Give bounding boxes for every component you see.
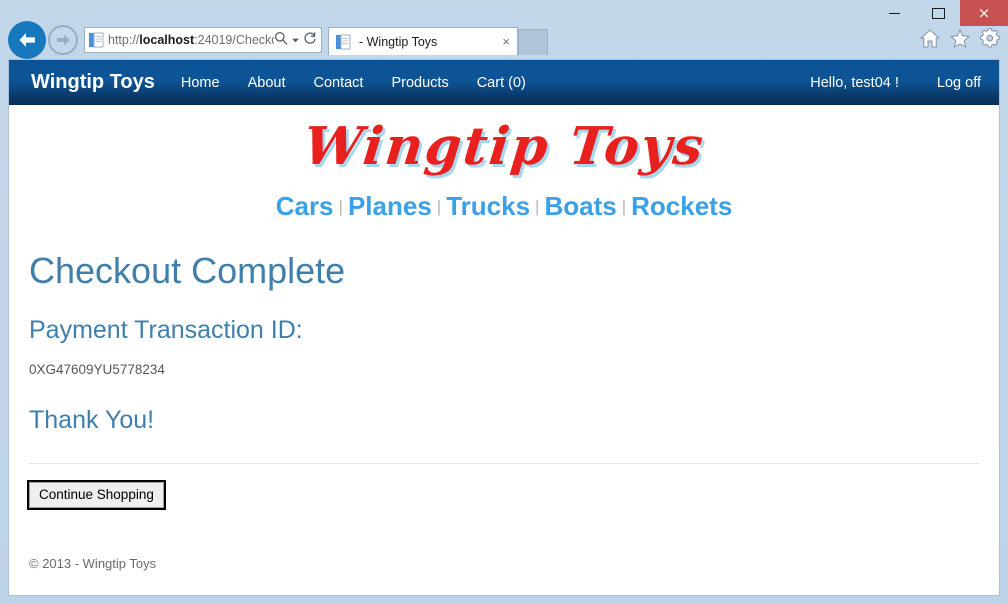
forward-button[interactable] [48,25,78,55]
page-icon [89,32,104,48]
search-icon[interactable] [274,31,288,50]
category-separator: | [338,196,343,216]
site-nav-links: Home About Contact Products Cart (0) [181,75,526,91]
minimize-button[interactable] [872,0,916,26]
button-row: Continue Shopping [27,480,979,511]
category-link-rockets[interactable]: Rockets [631,191,732,221]
thank-you-heading: Thank You! [29,406,155,435]
tab-title: - Wingtip Toys [359,34,438,49]
category-link-planes[interactable]: Planes [348,191,432,221]
user-greeting[interactable]: Hello, test04 ! [810,75,899,91]
home-icon[interactable] [920,28,940,48]
page-title: Checkout Complete [29,249,346,291]
back-button[interactable] [8,21,46,59]
nav-item-products[interactable]: Products [391,75,448,91]
minimize-icon [888,12,900,14]
category-separator: | [621,196,627,216]
content-divider [29,463,979,465]
chevron-down-icon[interactable] [291,31,300,49]
address-bar-tools [274,31,319,50]
site-logo: Wingtip Toys [9,105,999,179]
nav-item-cart[interactable]: Cart (0) [477,75,526,91]
nav-item-home[interactable]: Home [181,75,220,91]
favorites-icon[interactable] [950,28,970,48]
transaction-id-value: 0XG47609YU5778234 [29,362,165,378]
site-navbar: Wingtip Toys Home About Contact Products… [9,60,999,105]
main-content: Checkout Complete Payment Transaction ID… [9,226,999,572]
category-link-cars[interactable]: Cars [276,191,334,221]
browser-navigation-row: http://localhost:24019/Checkou [8,20,548,60]
category-links: Cars | Planes | Trucks | Boats | Rockets [9,179,999,226]
refresh-icon[interactable] [303,31,317,50]
nav-item-contact[interactable]: Contact [313,75,363,91]
category-separator: | [436,196,442,216]
maximize-icon [931,7,945,19]
page-viewport: Wingtip Toys Home About Contact Products… [8,59,1000,596]
category-link-boats[interactable]: Boats [544,191,616,221]
footer-copyright: © 2013 - Wingtip Toys [29,556,157,572]
transaction-id-heading: Payment Transaction ID: [29,315,303,344]
tab-page-icon [336,34,351,49]
new-tab-button[interactable] [518,29,548,55]
address-bar[interactable]: http://localhost:24019/Checkou [84,27,322,53]
continue-shopping-button[interactable]: Continue Shopping [27,480,166,511]
close-icon: × [977,3,991,22]
site-nav-user-area: Hello, test04 ! Log off [810,75,981,91]
back-arrow-icon [19,33,35,47]
gear-icon[interactable] [980,28,1000,48]
close-window-button[interactable]: × [960,0,1008,26]
site-brand[interactable]: Wingtip Toys [31,71,155,94]
url-host: localhost [139,33,195,47]
url-text: http://localhost:24019/Checkou [108,33,274,47]
nav-item-about[interactable]: About [248,75,286,91]
category-separator: | [535,196,540,216]
forward-arrow-icon [56,34,69,46]
browser-tab[interactable]: - Wingtip Toys × [328,27,518,55]
browser-window: × http://localhost:24019/Check - Wingtip… [0,0,1008,604]
window-controls: × [872,0,1008,26]
maximize-button[interactable] [916,0,960,26]
site-logo-text: Wingtip Toys [300,116,708,177]
tab-strip: - Wingtip Toys × [328,25,548,55]
command-bar-icons [920,28,1000,48]
tab-close-icon[interactable]: × [499,35,513,48]
log-off-link[interactable]: Log off [937,75,981,91]
category-link-trucks[interactable]: Trucks [446,191,530,221]
